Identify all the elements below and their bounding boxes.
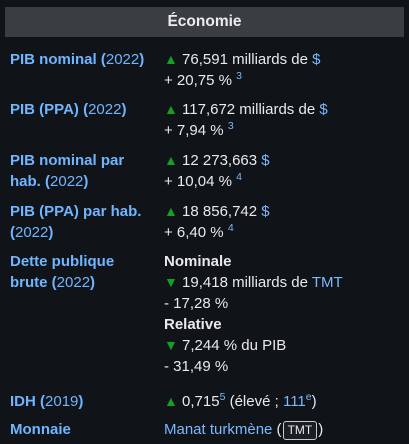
label-dette: Dette publique brute (2022) (10, 253, 115, 291)
pib-ppa-hab-value: 18 856,742 (182, 203, 258, 220)
pib-ppa-year-link[interactable]: 2022 (88, 101, 121, 118)
dette-nominale-growth: - 17,28 % (164, 295, 229, 312)
dette-nominale-value: 19,418 milliards de (182, 274, 308, 291)
pib-ppa-value: 117,672 milliards de (182, 101, 316, 118)
increase-arrow-icon: ▲ (164, 393, 178, 409)
pib-nominal-hab-link-2[interactable]: hab. (10, 173, 41, 190)
dollar-link[interactable]: $ (261, 152, 269, 169)
reference-link[interactable]: 3 (228, 120, 234, 132)
dette-year-link[interactable]: 2022 (57, 274, 90, 291)
idh-year-link[interactable]: 2019 (45, 393, 78, 410)
idh-link[interactable]: IDH (10, 393, 36, 410)
reference-link[interactable]: 4 (228, 222, 234, 234)
idh-detail-pre: (élevé ; (229, 393, 279, 410)
relative-heading: Relative (164, 316, 222, 333)
dollar-link[interactable]: $ (319, 101, 327, 118)
increase-arrow-icon: ▲ (164, 101, 178, 117)
dette-relative-growth: - 31,49 % (164, 358, 229, 375)
increase-arrow-icon: ▲ (164, 152, 178, 168)
label-pib-nominal: PIB nominal (2022) (10, 51, 145, 68)
nominale-heading: Nominale (164, 253, 232, 270)
value-dette: Nominale ▼ 19,418 milliards de TMT - 17,… (164, 251, 404, 377)
pib-nominal-hab-link[interactable]: PIB nominal par (10, 152, 124, 169)
increase-arrow-icon: ▲ (164, 203, 178, 219)
economy-infobox: Économie PIB nominal (2022) ▲ 76,591 mil… (0, 0, 409, 444)
idh-value: 0,715 (182, 393, 220, 410)
dollar-link[interactable]: $ (261, 203, 269, 220)
decrease-arrow-icon: ▼ (164, 337, 178, 353)
pib-nominal-hab-year-link[interactable]: 2022 (50, 173, 83, 190)
value-idh: ▲ 0,7155 (élevé ; 111e) (164, 391, 404, 412)
value-monnaie: Manat turkmène (TMT) (164, 421, 324, 440)
pib-ppa-hab-year-link[interactable]: 2022 (15, 224, 48, 241)
pib-nominal-growth: + 20,75 % (164, 72, 232, 89)
value-pib-nominal-hab: ▲ 12 273,663 $ + 10,04 % 4 (164, 150, 404, 192)
increase-arrow-icon: ▲ (164, 51, 178, 67)
value-pib-ppa: ▲ 117,672 milliards de $ + 7,94 % 3 (164, 99, 404, 141)
label-pib-ppa-hab: PIB (PPA) par hab. (2022) (10, 203, 142, 241)
currency-code-badge: TMT (282, 421, 318, 440)
label-pib-nominal-hab: PIB nominal par hab. (2022) (10, 152, 125, 190)
pib-ppa-growth: + 7,94 % (164, 122, 224, 139)
monnaie-link[interactable]: Monnaie (10, 421, 71, 438)
pib-ppa-link[interactable]: PIB (PPA) (10, 101, 79, 118)
pib-nominal-value: 76,591 milliards de (182, 51, 308, 68)
pib-nominal-year-link[interactable]: 2022 (106, 51, 139, 68)
reference-link[interactable]: 4 (236, 171, 242, 183)
reference-link[interactable]: 3 (236, 70, 242, 82)
pib-ppa-hab-link[interactable]: PIB (PPA) par hab. (10, 203, 141, 220)
label-monnaie: Monnaie (10, 419, 160, 440)
value-pib-ppa-hab: ▲ 18 856,742 $ + 6,40 % 4 (164, 201, 404, 243)
pib-nominal-hab-value: 12 273,663 (182, 152, 258, 169)
label-pib-ppa: PIB (PPA) (2022) (10, 101, 127, 118)
dette-link-2[interactable]: brute (10, 274, 48, 291)
pib-ppa-hab-growth: + 6,40 % (164, 224, 224, 241)
idh-detail-post: ) (311, 393, 317, 410)
tmt-link[interactable]: TMT (312, 274, 343, 291)
dollar-link[interactable]: $ (312, 51, 320, 68)
pib-nominal-hab-growth: + 10,04 % (164, 173, 232, 190)
idh-rank[interactable]: 111 (283, 393, 306, 410)
dette-link[interactable]: Dette publique (10, 253, 114, 270)
manat-link[interactable]: Manat turkmène (164, 421, 272, 438)
infobox-header: Économie (5, 7, 404, 37)
value-pib-nominal: ▲ 76,591 milliards de $ + 20,75 % 3 (164, 49, 404, 91)
decrease-arrow-icon: ▼ (164, 274, 178, 290)
idh-rank-link[interactable]: 111e (283, 392, 312, 410)
reference-link[interactable]: 5 (220, 391, 226, 403)
dette-relative-value: 7,244 % du PIB (182, 337, 287, 354)
pib-nominal-link[interactable]: PIB nominal (10, 51, 97, 68)
label-idh: IDH (2019) (10, 393, 84, 410)
